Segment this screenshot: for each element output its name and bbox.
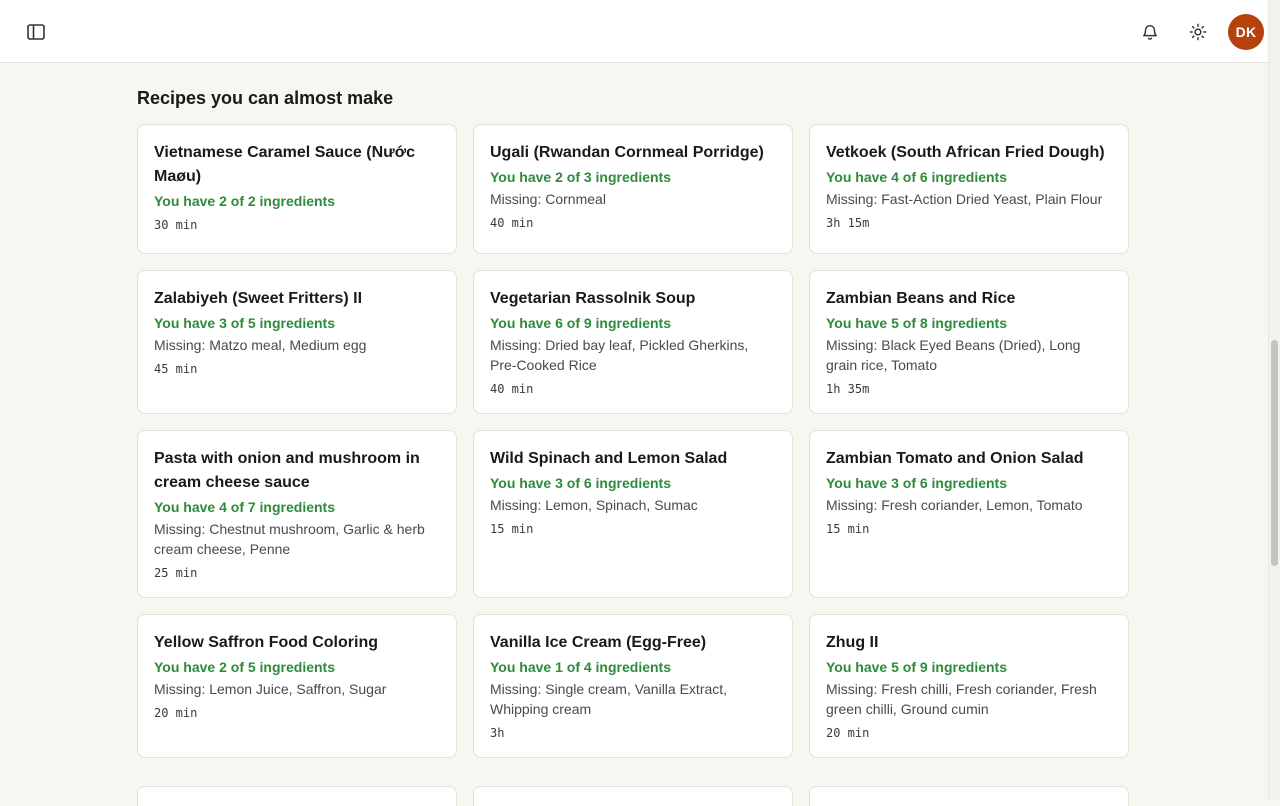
recipe-title: Vetkoek (South African Fried Dough) [826,144,1105,161]
ingredients-missing: Missing: Lemon, Spinach, Sumac [490,497,698,513]
ingredients-have: You have 6 of 9 ingredients [490,315,672,331]
cook-time: 15 min [826,522,870,536]
sun-icon[interactable] [1180,14,1216,50]
recipe-card[interactable]: Wild Spinach and Lemon Salad You have 3 … [473,430,793,598]
recipe-card[interactable]: Vietnamese Caramel Sauce (Nước Maøu) You… [137,124,457,254]
ingredients-missing: Missing: Fast-Action Dried Yeast, Plain … [826,191,1103,207]
ingredients-missing: Missing: Single cream, Vanilla Extract, … [490,681,728,717]
ingredients-have: You have 2 of 2 ingredients [154,193,336,209]
recipe-card[interactable]: Vegetarian Rassolnik Soup You have 6 of … [473,270,793,414]
cook-time: 25 min [154,566,198,580]
cook-time: 20 min [826,726,870,740]
ingredients-have: You have 3 of 6 ingredients [490,475,672,491]
recipe-card[interactable]: Ugali (Rwandan Cornmeal Porridge) You ha… [473,124,793,254]
cook-time: 1h 35m [826,382,870,396]
cook-time: 15 min [490,522,534,536]
ingredients-have: You have 2 of 3 ingredients [490,169,672,185]
recipe-title: Wild Spinach and Lemon Salad [490,450,728,467]
cook-time: 40 min [490,382,534,396]
cook-time: 3h 15m [826,216,870,230]
recipe-card[interactable]: Zhug II You have 5 of 9 ingredients Miss… [809,614,1129,758]
ingredients-missing: Missing: Black Eyed Beans (Dried), Long … [826,337,1081,373]
cook-time: 20 min [154,706,198,720]
cook-time: 30 min [154,218,198,232]
recipe-card[interactable]: Pasta with onion and mushroom in cream c… [137,430,457,598]
recipe-card[interactable]: Zambian Tomato and Onion Salad You have … [809,430,1129,598]
scrollbar[interactable] [1268,0,1280,800]
ingredients-have: You have 4 of 7 ingredients [154,499,336,515]
ingredients-missing: Missing: Lemon Juice, Saffron, Sugar [154,681,387,697]
ingredients-missing: Missing: Dried bay leaf, Pickled Gherkin… [490,337,749,373]
ingredients-missing: Missing: Fresh coriander, Lemon, Tomato [826,497,1083,513]
recipe-title: Zambian Tomato and Onion Salad [826,450,1084,467]
ingredients-missing: Missing: Matzo meal, Medium egg [154,337,367,353]
recipe-title: Pasta with onion and mushroom in cream c… [154,450,420,491]
ingredients-have: You have 2 of 5 ingredients [154,659,336,675]
recipe-card[interactable]: Vanilla Ice Cream (Egg-Free) You have 1 … [473,614,793,758]
recipe-title: Zambian Beans and Rice [826,290,1016,307]
cook-time: 45 min [154,362,198,376]
ingredients-have: You have 5 of 9 ingredients [826,659,1008,675]
recipe-title: Vanilla Ice Cream (Egg-Free) [490,634,707,651]
section-title: Recipes you can almost make [137,88,394,108]
recipe-card[interactable]: Zalabiyeh (Sweet Fritters) II You have 3… [137,270,457,414]
ingredients-missing: Missing: Fresh chilli, Fresh coriander, … [826,681,1097,717]
cook-time: 40 min [490,216,534,230]
recipe-title: Vietnamese Caramel Sauce (Nước Maøu) [154,144,416,185]
next-row-peek [137,786,1129,806]
ingredients-missing: Missing: Cornmeal [490,191,606,207]
main-content: Recipes you can almost make Vietnamese C… [137,64,1129,806]
recipe-card[interactable]: Vetkoek (South African Fried Dough) You … [809,124,1129,254]
recipe-card[interactable]: Zambian Beans and Rice You have 5 of 8 i… [809,270,1129,414]
scrollbar-thumb[interactable] [1271,340,1278,566]
ingredients-have: You have 3 of 5 ingredients [154,315,336,331]
top-bar: DK [0,0,1268,63]
recipe-card-partial[interactable] [137,786,457,806]
avatar[interactable]: DK [1228,14,1264,50]
ingredients-have: You have 4 of 6 ingredients [826,169,1008,185]
recipe-title: Zalabiyeh (Sweet Fritters) II [154,290,363,307]
recipe-card-partial[interactable] [809,786,1129,806]
recipe-title: Yellow Saffron Food Coloring [154,634,378,651]
recipe-title: Vegetarian Rassolnik Soup [490,290,696,307]
sidebar-toggle-icon[interactable] [24,20,48,44]
ingredients-missing: Missing: Chestnut mushroom, Garlic & her… [154,521,425,557]
recipe-card[interactable]: Yellow Saffron Food Coloring You have 2 … [137,614,457,758]
ingredients-have: You have 1 of 4 ingredients [490,659,672,675]
bell-icon[interactable] [1132,14,1168,50]
cook-time: 3h [490,726,505,740]
ingredients-have: You have 5 of 8 ingredients [826,315,1008,331]
recipe-grid: Vietnamese Caramel Sauce (Nước Maøu) You… [137,124,1129,758]
ingredients-have: You have 3 of 6 ingredients [826,475,1008,491]
recipe-card-partial[interactable] [473,786,793,806]
recipe-title: Ugali (Rwandan Cornmeal Porridge) [490,144,764,161]
recipe-title: Zhug II [826,634,879,651]
